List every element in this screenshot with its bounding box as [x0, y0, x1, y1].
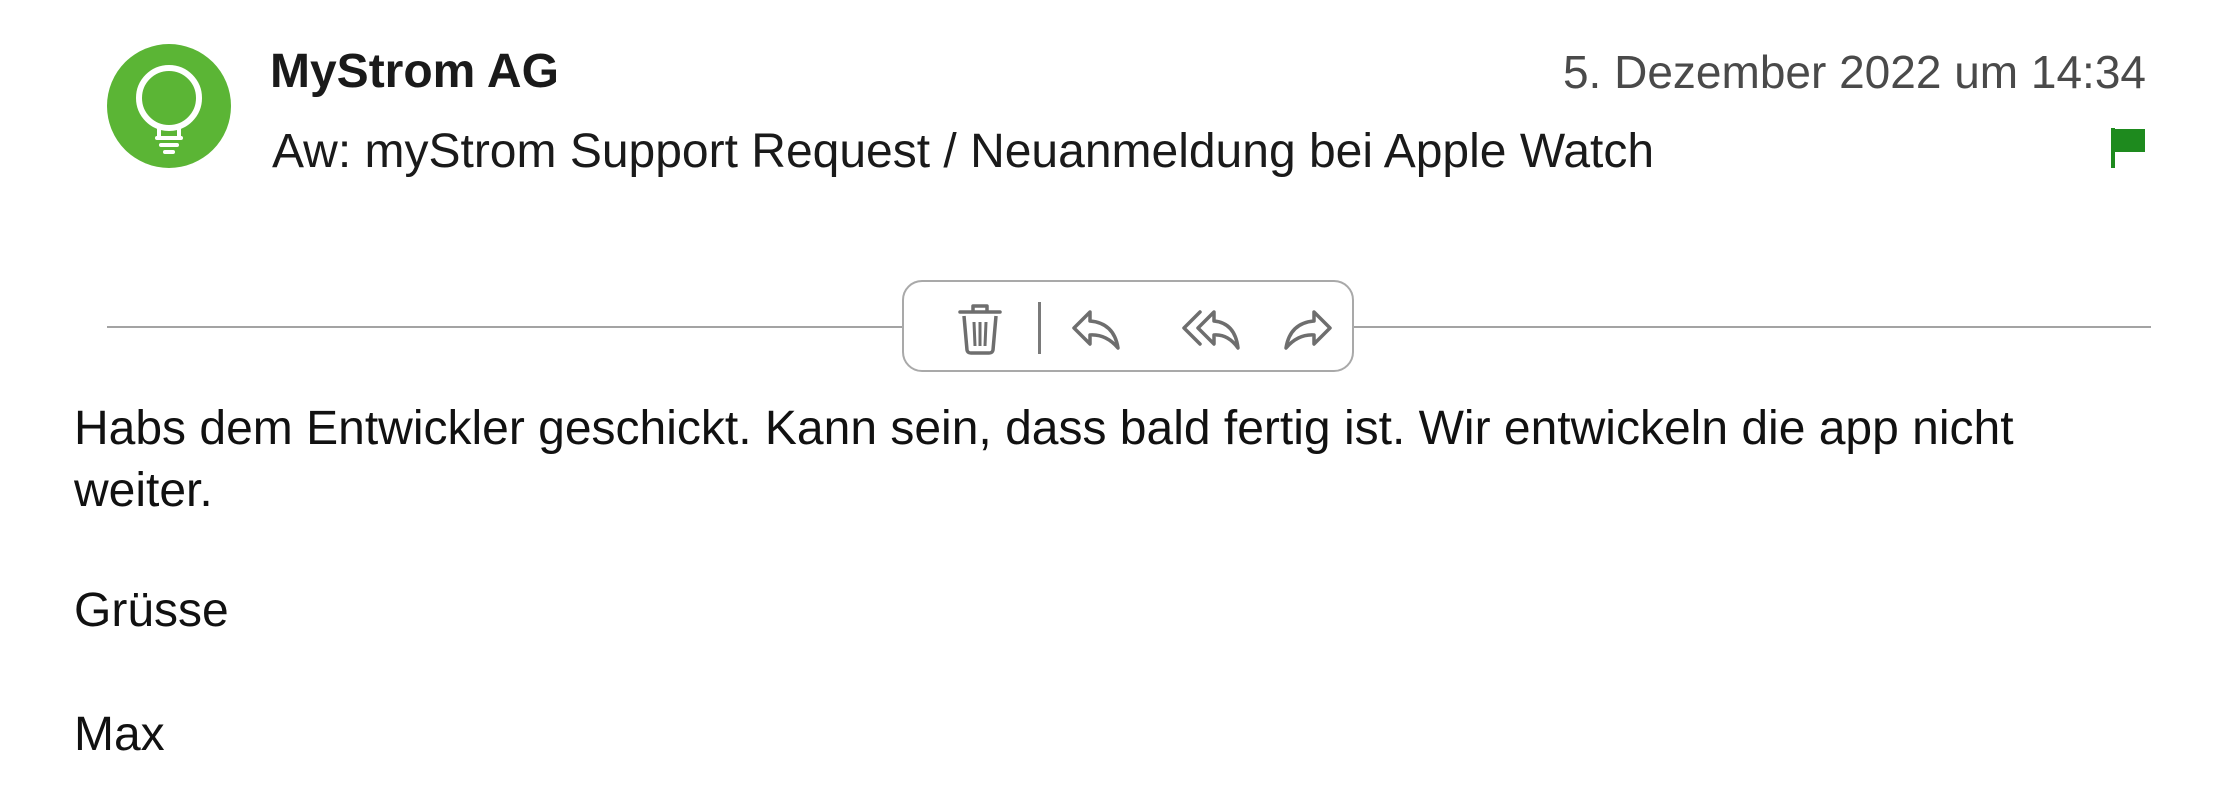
body-paragraph: Habs dem Entwickler geschickt. Kann sein…	[74, 402, 2014, 517]
message-subject: Aw: myStrom Support Request / Neuanmeldu…	[272, 125, 1655, 178]
message-action-toolbar	[902, 280, 1354, 372]
delete-button[interactable]	[948, 296, 1012, 360]
header-divider-right	[1354, 326, 2151, 328]
reply-icon	[1072, 310, 1120, 350]
header-divider-left	[107, 326, 904, 328]
forward-icon	[1284, 310, 1332, 350]
reply-all-icon	[1182, 310, 1240, 350]
message-date: 5. Dezember 2022 um 14:34	[1562, 46, 2146, 98]
flag-icon[interactable]	[2108, 126, 2148, 170]
toolbar-separator	[1038, 302, 1041, 354]
sender-avatar	[107, 44, 231, 168]
reply-button[interactable]	[1064, 296, 1128, 360]
lightbulb-icon	[136, 65, 202, 154]
reply-all-button[interactable]	[1180, 296, 1244, 360]
message-body: Habs dem Entwickler geschickt. Kann sein…	[74, 398, 2154, 761]
body-greeting: Grüsse	[74, 584, 229, 637]
trash-icon	[958, 304, 1002, 355]
sender-name[interactable]: MyStrom AG	[270, 40, 559, 104]
body-signature: Max	[74, 708, 165, 761]
forward-button[interactable]	[1276, 296, 1340, 360]
